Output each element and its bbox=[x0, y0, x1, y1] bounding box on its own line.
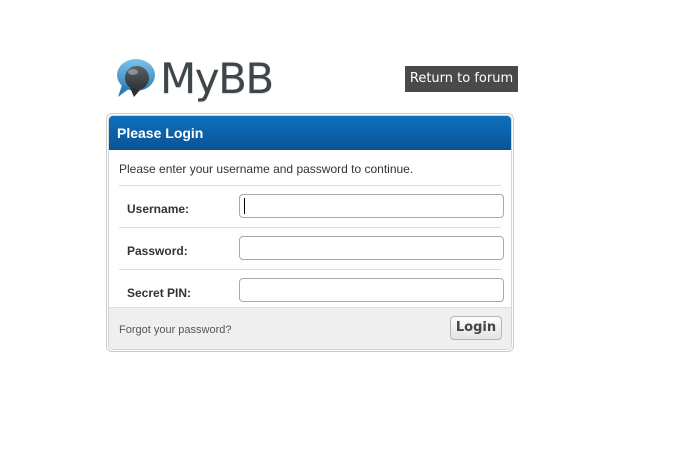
row-divider bbox=[119, 185, 501, 186]
speech-bubbles-icon bbox=[117, 59, 155, 97]
logo-text: MyBB bbox=[160, 54, 274, 103]
password-label: Password: bbox=[127, 244, 188, 258]
secret-pin-input[interactable] bbox=[239, 278, 504, 302]
login-panel-header: Please Login bbox=[109, 116, 511, 150]
username-input[interactable] bbox=[239, 194, 504, 218]
login-panel-footer: Forgot your password? Login bbox=[109, 307, 511, 349]
row-divider bbox=[119, 269, 501, 270]
login-instructions: Please enter your username and password … bbox=[119, 162, 414, 176]
login-page: MyBB Return to forum Please Login Please… bbox=[0, 0, 682, 456]
mybb-logo[interactable]: MyBB bbox=[116, 55, 276, 105]
login-panel: Please Login Please enter your username … bbox=[106, 113, 514, 352]
text-cursor bbox=[244, 198, 245, 214]
panel-title: Please Login bbox=[117, 125, 204, 141]
row-divider bbox=[119, 227, 501, 228]
username-label: Username: bbox=[127, 202, 190, 216]
forgot-password-link[interactable]: Forgot your password? bbox=[119, 324, 232, 337]
login-button[interactable]: Login bbox=[450, 316, 502, 340]
login-panel-body: Please Login Please enter your username … bbox=[108, 115, 512, 350]
password-input[interactable] bbox=[239, 236, 504, 260]
secret-pin-label: Secret PIN: bbox=[127, 286, 192, 300]
return-to-forum-button[interactable]: Return to forum bbox=[405, 66, 518, 92]
